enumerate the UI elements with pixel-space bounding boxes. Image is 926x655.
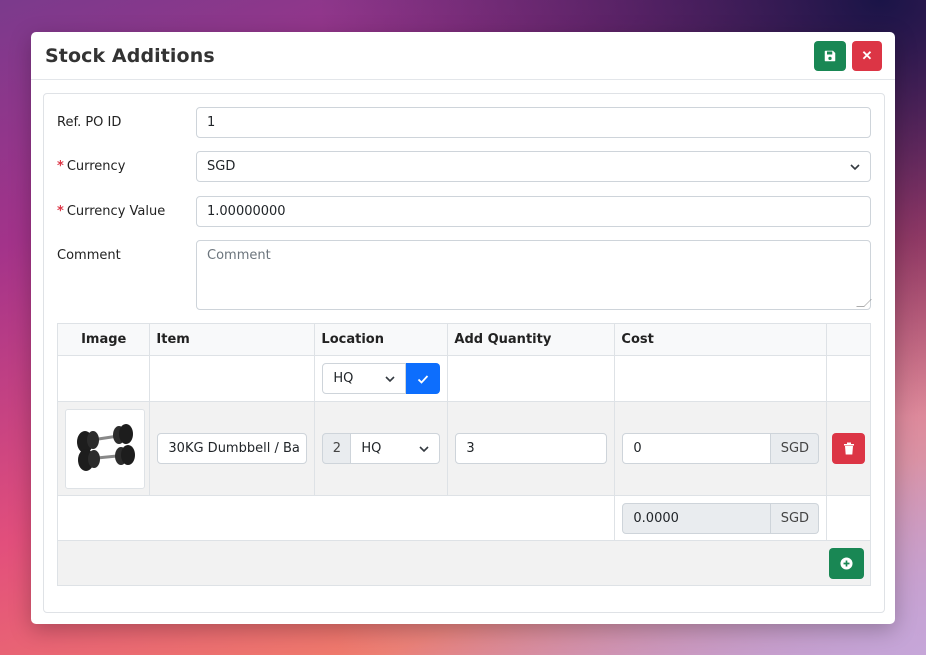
quantity-input[interactable]: 3 bbox=[455, 433, 608, 464]
location-stock-count: 2 bbox=[322, 433, 352, 464]
delete-row-button[interactable] bbox=[832, 433, 866, 464]
comment-placeholder: Comment bbox=[207, 248, 271, 263]
stock-additions-modal: Stock Additions ✕ Ref. PO ID 1 * Currency… bbox=[31, 32, 895, 624]
comment-textarea[interactable]: Comment bbox=[196, 240, 872, 310]
dumbbell-image-icon bbox=[71, 414, 139, 483]
filter-row: HQ bbox=[56, 355, 871, 402]
trash-icon bbox=[843, 442, 854, 455]
ref-po-row: Ref. PO ID 1 bbox=[57, 107, 871, 138]
apply-location-button[interactable] bbox=[406, 363, 441, 394]
location-filter-value: HQ bbox=[333, 371, 354, 386]
header-location: Location bbox=[314, 323, 449, 356]
chevron-down-icon bbox=[850, 163, 860, 170]
stock-items-table: Image Item Location Add Quantity Cost HQ bbox=[56, 323, 871, 586]
ref-po-input[interactable]: 1 bbox=[196, 107, 871, 138]
comment-label: Comment bbox=[57, 248, 121, 263]
header-add-quantity: Add Quantity bbox=[447, 323, 616, 356]
location-selected-value: HQ bbox=[361, 441, 382, 456]
currency-row: * Currency SGD bbox=[57, 151, 871, 182]
save-button[interactable] bbox=[814, 40, 846, 71]
product-image bbox=[65, 408, 145, 489]
currency-value-row: * Currency Value 1.00000000 bbox=[57, 196, 871, 227]
location-filter-select[interactable]: HQ bbox=[322, 363, 407, 394]
add-row bbox=[57, 540, 871, 586]
currency-select[interactable]: SGD bbox=[196, 151, 871, 182]
cost-input[interactable]: 0 bbox=[622, 433, 772, 464]
header-image: Image bbox=[56, 323, 151, 356]
total-row: 0.0000 SGD bbox=[56, 495, 871, 541]
required-mark: * bbox=[57, 204, 64, 219]
currency-label: Currency bbox=[66, 159, 126, 174]
total-currency-addon: SGD bbox=[771, 502, 820, 534]
total-cost-field: 0.0000 bbox=[622, 502, 772, 534]
header-actions bbox=[826, 323, 871, 356]
check-icon bbox=[418, 374, 429, 384]
resize-handle-icon[interactable] bbox=[856, 299, 872, 307]
ref-po-label: Ref. PO ID bbox=[57, 115, 122, 130]
floppy-disk-icon bbox=[824, 50, 836, 61]
modal-header: Stock Additions ✕ bbox=[31, 32, 895, 80]
form-card: Ref. PO ID 1 * Currency SGD * Currency Val… bbox=[43, 93, 885, 613]
chevron-down-icon bbox=[385, 375, 395, 382]
cost-currency-addon: SGD bbox=[771, 433, 820, 464]
location-select[interactable]: HQ bbox=[351, 433, 441, 464]
header-cost: Cost bbox=[614, 323, 828, 356]
close-button[interactable]: ✕ bbox=[852, 40, 882, 71]
chevron-down-icon bbox=[419, 445, 429, 452]
item-input[interactable]: 30KG Dumbbell / Ba bbox=[157, 433, 308, 464]
modal-title: Stock Additions bbox=[45, 44, 215, 67]
currency-value-label: Currency Value bbox=[66, 204, 166, 219]
currency-selected-value: SGD bbox=[207, 159, 236, 174]
header-item: Item bbox=[149, 323, 316, 356]
table-row: 30KG Dumbbell / Ba 2 HQ 3 0 SGD bbox=[56, 401, 871, 496]
close-icon: ✕ bbox=[861, 47, 873, 63]
currency-value-input[interactable]: 1.00000000 bbox=[196, 196, 871, 227]
required-mark: * bbox=[57, 159, 64, 174]
comment-row: Comment Comment bbox=[57, 240, 872, 310]
plus-circle-icon bbox=[840, 556, 853, 570]
add-item-button[interactable] bbox=[829, 547, 864, 579]
